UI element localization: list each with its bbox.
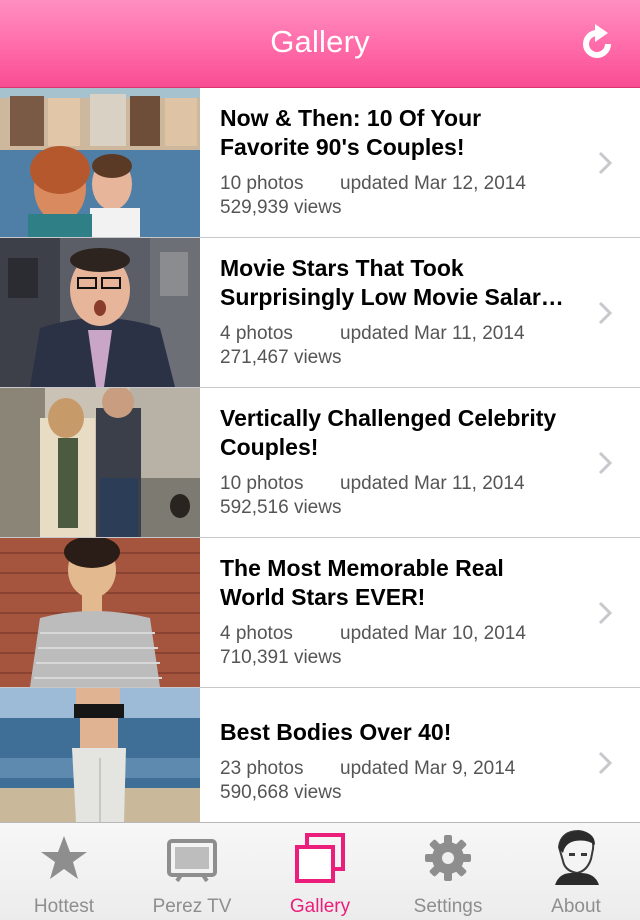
- view-count: 271,467 views: [220, 347, 342, 368]
- gallery-thumbnail: [0, 388, 200, 537]
- gallery-thumbnail: [0, 538, 200, 687]
- updated-date: updated Mar 10, 2014: [340, 623, 526, 644]
- gallery-meta: 4 photos updated Mar 11, 2014: [220, 322, 525, 346]
- tab-label: Perez TV: [152, 896, 232, 917]
- photo-count: 10 photos: [220, 473, 304, 494]
- gallery-thumbnail: [0, 238, 200, 387]
- nav-header: Gallery: [0, 0, 640, 88]
- star-icon: [41, 836, 87, 879]
- updated-date: updated Mar 9, 2014: [340, 758, 516, 779]
- page-title: Gallery: [270, 24, 370, 59]
- tab-perez-tv[interactable]: Perez TV: [128, 823, 256, 920]
- gallery-row[interactable]: Vertically Challenged Celebrity Couples!…: [0, 388, 640, 538]
- gallery-row[interactable]: Best Bodies Over 40! 23 photos updated Ma…: [0, 688, 640, 822]
- view-count: 592,516 views: [220, 497, 342, 518]
- photo-count: 23 photos: [220, 758, 304, 779]
- tab-bar: Hottest Perez TV Gallery Settings About: [0, 822, 640, 920]
- tv-icon: [167, 839, 217, 883]
- view-count: 710,391 views: [220, 647, 342, 668]
- view-count: 590,668 views: [220, 782, 342, 803]
- chevron-right-icon: [598, 451, 612, 475]
- gallery-title: Now & Then: 10 Of Your Favorite 90's Cou…: [220, 105, 482, 160]
- chevron-right-icon: [598, 301, 612, 325]
- chevron-right-icon: [598, 151, 612, 175]
- chevron-right-icon: [598, 601, 612, 625]
- gallery-thumbnail: [0, 688, 200, 822]
- tab-gallery[interactable]: Gallery: [256, 823, 384, 920]
- tab-hottest[interactable]: Hottest: [0, 823, 128, 920]
- updated-date: updated Mar 11, 2014: [340, 323, 525, 344]
- tab-label: Hottest: [33, 896, 95, 917]
- refresh-icon: [583, 24, 611, 58]
- photo-count: 4 photos: [220, 323, 293, 344]
- updated-date: updated Mar 11, 2014: [340, 473, 525, 494]
- gallery-icon: [295, 833, 345, 883]
- photo-count: 10 photos: [220, 173, 304, 194]
- tab-label: About: [551, 896, 601, 917]
- tab-settings[interactable]: Settings: [384, 823, 512, 920]
- tab-label: Settings: [413, 896, 483, 917]
- gallery-row[interactable]: Now & Then: 10 Of Your Favorite 90's Cou…: [0, 88, 640, 238]
- tab-label: Gallery: [289, 896, 351, 917]
- tab-about[interactable]: About: [512, 823, 640, 920]
- updated-date: updated Mar 12, 2014: [340, 173, 526, 194]
- gallery-title: Best Bodies Over 40!: [220, 719, 452, 745]
- gallery-meta: 23 photos updated Mar 9, 2014: [220, 757, 515, 781]
- gallery-title: The Most Memorable Real World Stars EVER…: [220, 555, 504, 610]
- gallery-meta: 4 photos updated Mar 10, 2014: [220, 622, 526, 646]
- photo-count: 4 photos: [220, 623, 293, 644]
- gallery-list: Now & Then: 10 Of Your Favorite 90's Cou…: [0, 88, 640, 822]
- gear-icon: [425, 835, 471, 881]
- gallery-meta: 10 photos updated Mar 11, 2014: [220, 472, 525, 496]
- gallery-meta: 10 photos updated Mar 12, 2014: [220, 172, 526, 196]
- chevron-right-icon: [598, 751, 612, 775]
- gallery-title: Vertically Challenged Celebrity Couples!: [220, 405, 557, 460]
- profile-portrait-icon: [555, 829, 599, 885]
- gallery-thumbnail: [0, 88, 200, 237]
- gallery-title: Movie Stars That Took Surprisingly Low M…: [220, 255, 564, 310]
- view-count: 529,939 views: [220, 197, 342, 218]
- refresh-button[interactable]: [578, 22, 618, 62]
- gallery-row[interactable]: The Most Memorable Real World Stars EVER…: [0, 538, 640, 688]
- gallery-row[interactable]: Movie Stars That Took Surprisingly Low M…: [0, 238, 640, 388]
